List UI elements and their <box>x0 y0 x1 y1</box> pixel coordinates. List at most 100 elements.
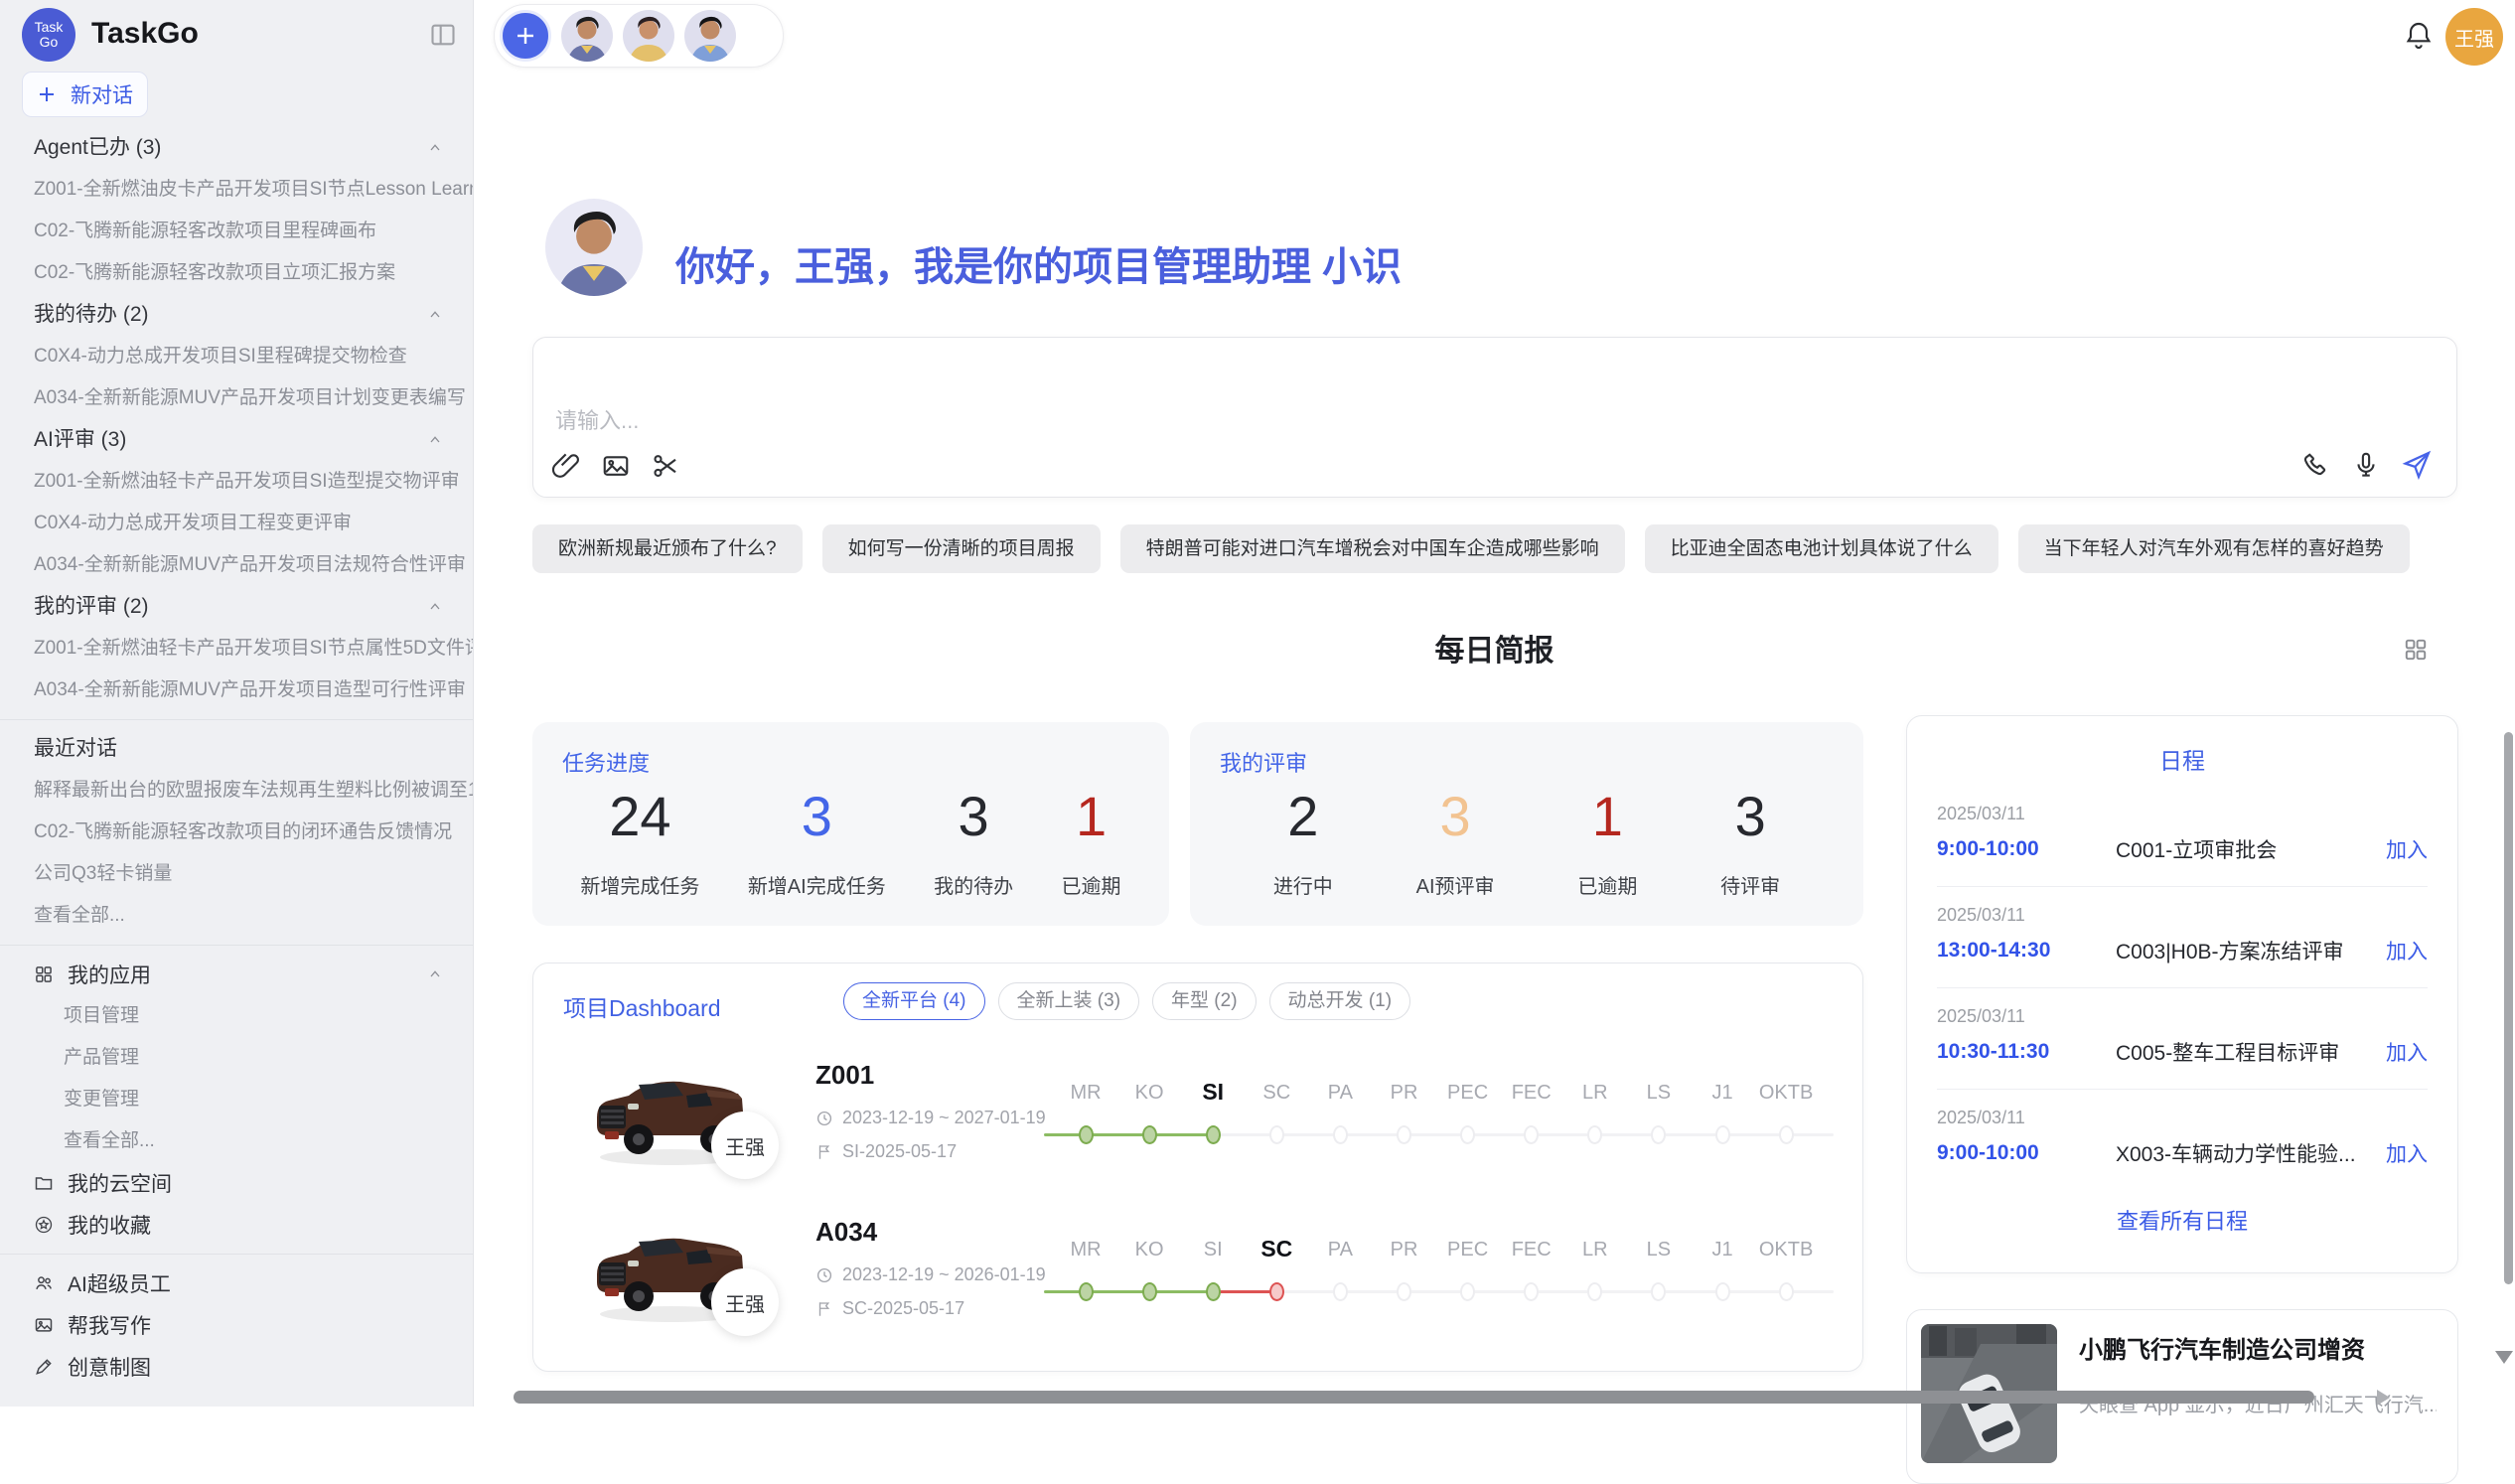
schedule-event: 2025/03/1113:00-14:30C003|H0B-方案冻结评审加入 <box>1937 887 2428 988</box>
sidebar-item[interactable]: C02-飞腾新能源轻客改款项目里程碑画布 <box>0 211 473 252</box>
sidebar-app-item[interactable]: 产品管理 <box>0 1037 473 1079</box>
milestone-dot <box>1524 1282 1539 1301</box>
sidebar-item[interactable]: C02-飞腾新能源轻客改款项目立项汇报方案 <box>0 252 473 294</box>
milestone-dot <box>1460 1282 1475 1301</box>
clock-icon <box>815 1110 833 1127</box>
milestone-dot <box>1651 1282 1666 1301</box>
horizontal-scrollbar[interactable] <box>514 1391 2314 1404</box>
stat: 3 AI预评审 <box>1416 784 1495 899</box>
schedule-event: 2025/03/1110:30-11:30C005-整车工程目标评审加入 <box>1937 988 2428 1090</box>
session-avatar[interactable] <box>561 10 613 62</box>
scroll-down-arrow-icon[interactable] <box>2495 1351 2513 1364</box>
milestone-dot <box>1587 1125 1602 1144</box>
sidebar-section-header[interactable]: AI评审 (3) <box>0 419 473 461</box>
stat-label: 新增完成任务 <box>580 870 699 899</box>
suggestion-chip[interactable]: 比亚迪全固态电池计划具体说了什么 <box>1645 524 1998 573</box>
sidebar-item-label: 我的云空间 <box>68 1168 172 1198</box>
sidebar-item[interactable]: Z001-全新燃油轻卡产品开发项目SI造型提交物评审 <box>0 461 473 503</box>
microphone-icon[interactable] <box>2351 450 2381 480</box>
event-join-link[interactable]: 加入 <box>2386 1138 2428 1168</box>
attachment-icon[interactable] <box>551 451 581 481</box>
new-chat-button[interactable]: 新对话 <box>22 72 148 117</box>
project-next-milestone: SI-2025-05-17 <box>815 1141 957 1162</box>
event-date: 2025/03/11 <box>1937 1108 2428 1128</box>
sidebar-tool-item[interactable]: AI超级员工 <box>0 1262 473 1304</box>
sidebar-recent-item[interactable]: C02-飞腾新能源轻客改款项目的闭环通告反馈情况 <box>0 812 473 853</box>
sidebar-tool-item[interactable]: 创意制图 <box>0 1346 473 1388</box>
notification-bell-icon[interactable] <box>2403 20 2435 52</box>
stat-value: 3 <box>748 784 886 848</box>
sidebar-app-item[interactable]: 变更管理 <box>0 1079 473 1120</box>
vertical-scrollbar[interactable] <box>2504 732 2513 1284</box>
sidebar-item[interactable]: C0X4-动力总成开发项目SI里程碑提交物检查 <box>0 336 473 377</box>
sidebar-section-header[interactable]: 我的待办 (2) <box>0 294 473 336</box>
chevron-up-icon <box>427 307 443 323</box>
sidebar-item-label: 帮我写作 <box>68 1310 151 1340</box>
milestone-dot <box>1142 1282 1157 1301</box>
session-avatar[interactable] <box>684 10 736 62</box>
suggestion-chip[interactable]: 当下年轻人对汽车外观有怎样的喜好趋势 <box>2018 524 2410 573</box>
sidebar-item[interactable]: C0X4-动力总成开发项目工程变更评审 <box>0 503 473 544</box>
sidebar-recent-item[interactable]: 查看全部... <box>0 895 473 937</box>
dashboard-filter-pill[interactable]: 动总开发 (1) <box>1269 982 1411 1020</box>
sidebar-item[interactable]: A034-全新新能源MUV产品开发项目法规符合性评审 <box>0 544 473 586</box>
sidebar-recent-item[interactable]: 公司Q3轻卡销量 <box>0 853 473 895</box>
scroll-right-arrow-icon[interactable] <box>2377 1390 2390 1406</box>
sidebar-item[interactable]: 我的云空间 <box>0 1162 473 1204</box>
milestone-label: MR <box>1070 1082 1101 1105</box>
dashboard-title: 项目Dashboard <box>563 989 721 1023</box>
chevron-up-icon <box>427 140 443 156</box>
milestone-dot <box>1333 1282 1348 1301</box>
chat-input[interactable]: 请输入... <box>532 337 2457 498</box>
my-review-card: 我的评审2进行中3AI预评审1已逾期3待评审 <box>1190 722 1863 926</box>
dashboard-filter-pill[interactable]: 全新上装 (3) <box>998 982 1140 1020</box>
project-row[interactable]: 王强Z0012023-12-19 ~ 2027-01-19SI-2025-05-… <box>533 1050 1863 1205</box>
event-join-link[interactable]: 加入 <box>2386 834 2428 864</box>
event-join-link[interactable]: 加入 <box>2386 936 2428 965</box>
dashboard-filter-pill[interactable]: 年型 (2) <box>1152 982 1257 1020</box>
sidebar-recent-item[interactable]: 解释最新出台的欧盟报废车法规再生塑料比例被调至15%... <box>0 770 473 812</box>
suggestion-chips: 欧洲新规最近颁布了什么? 如何写一份清晰的项目周报特朗普可能对进口汽车增税会对中国… <box>532 524 2410 573</box>
pen-icon <box>34 1357 54 1377</box>
image-upload-icon[interactable] <box>601 451 631 481</box>
event-join-link[interactable]: 加入 <box>2386 1037 2428 1067</box>
sidebar-app-item[interactable]: 查看全部... <box>0 1120 473 1162</box>
sidebar-item[interactable]: Z001-全新燃油皮卡产品开发项目SI节点Lesson Learn报告 <box>0 169 473 211</box>
image-icon <box>34 1315 54 1335</box>
sidebar-section-header[interactable]: Agent已办 (3) <box>0 127 473 169</box>
phone-call-icon[interactable] <box>2301 450 2331 480</box>
project-code: A034 <box>815 1217 877 1248</box>
user-avatar[interactable]: 王强 <box>2445 8 2503 66</box>
milestone-strip: MRKOSISCPAPRPECFECLRLSJ1OKTB <box>1044 1207 1839 1356</box>
sidebar-item[interactable]: Z001-全新燃油轻卡产品开发项目SI节点属性5D文件评审 <box>0 628 473 669</box>
grid-view-icon[interactable] <box>2403 637 2429 663</box>
screenshot-scissors-icon[interactable] <box>651 451 680 481</box>
suggestion-chip[interactable]: 特朗普可能对进口汽车增税会对中国车企造成哪些影响 <box>1120 524 1625 573</box>
sidebar-item-label: AI超级员工 <box>68 1268 171 1298</box>
sidebar-section-header[interactable]: 我的评审 (2) <box>0 586 473 628</box>
sidebar-item[interactable]: A034-全新新能源MUV产品开发项目造型可行性评审 <box>0 669 473 711</box>
dashboard-filter-pill[interactable]: 全新平台 (4) <box>843 982 985 1020</box>
view-all-schedule-link[interactable]: 查看所有日程 <box>1937 1204 2428 1236</box>
event-time: 10:30-11:30 <box>1937 1040 2086 1064</box>
sidebar-item[interactable]: 我的收藏 <box>0 1204 473 1246</box>
suggestion-chip[interactable]: 如何写一份清晰的项目周报 <box>822 524 1101 573</box>
sidebar-tools: AI超级员工帮我写作创意制图 <box>0 1262 473 1388</box>
new-session-button[interactable] <box>500 10 551 62</box>
stat-value: 3 <box>1416 784 1495 848</box>
send-icon[interactable] <box>2401 449 2433 481</box>
sidebar-app-item[interactable]: 项目管理 <box>0 995 473 1037</box>
event-name: X003-车辆动力学性能验... <box>2086 1138 2386 1168</box>
sidebar-item-my-apps[interactable]: 我的应用 <box>0 954 473 995</box>
sidebar-item[interactable]: A034-全新新能源MUV产品开发项目计划变更表编写 <box>0 377 473 419</box>
stat: 24新增完成任务 <box>580 784 699 899</box>
stat-label: AI预评审 <box>1416 870 1495 899</box>
new-chat-label: 新对话 <box>71 79 133 109</box>
project-dashboard-card: 项目Dashboard 全新平台 (4) 全新上装 (3) 年型 (2) 动总开发 (… <box>532 963 1863 1372</box>
project-row[interactable]: 王强A0342023-12-19 ~ 2026-01-19SC-2025-05-… <box>533 1207 1863 1362</box>
sidebar-tool-item[interactable]: 帮我写作 <box>0 1304 473 1346</box>
session-avatar[interactable] <box>623 10 674 62</box>
suggestion-chip[interactable]: 欧洲新规最近颁布了什么? <box>532 524 803 573</box>
milestone-dot <box>1460 1125 1475 1144</box>
panel-toggle-icon[interactable] <box>429 21 457 49</box>
